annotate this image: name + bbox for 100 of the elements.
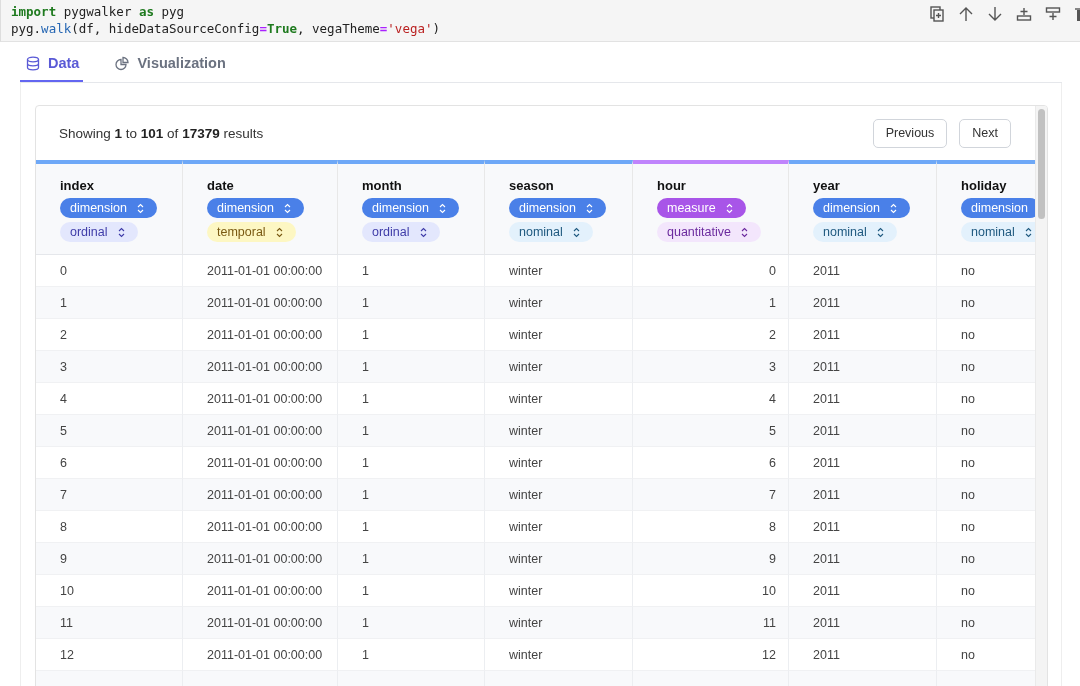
code-line: pyg.walk(df, hideDataSourceConfig=True, vegaTheme='vega') — [11, 20, 441, 37]
tab[interactable]: Visualization — [109, 46, 232, 82]
pie-chart-icon — [115, 55, 130, 71]
table-cell: 1 — [362, 615, 369, 630]
table-cell: 1 — [362, 647, 369, 662]
role-selector[interactable]: dimension — [961, 198, 1035, 218]
table-cell: 2011 — [813, 327, 840, 342]
table-cell: no — [961, 327, 975, 342]
table-cell: 2011 — [813, 615, 840, 630]
table-cell: 2011-01-01 00:00:00 — [207, 359, 323, 374]
type-selector[interactable]: ordinal — [362, 222, 440, 242]
table-cell: 2 — [769, 327, 776, 342]
chevron-icon — [116, 226, 126, 238]
table-cell: 2011 — [813, 487, 840, 502]
table-cell: 1 — [769, 295, 776, 310]
table-cell: winter — [509, 583, 543, 598]
next-button[interactable]: Next — [959, 118, 1011, 148]
role-selector[interactable]: dimension — [362, 198, 459, 218]
column-name: season — [509, 178, 554, 193]
table-cell: 2011 — [813, 263, 840, 278]
table-cell: 1 — [362, 487, 369, 502]
type-selector[interactable]: ordinal — [60, 222, 138, 242]
table-cell: no — [961, 359, 975, 374]
table-cell: 9 — [769, 551, 776, 566]
table-cell: winter — [509, 519, 543, 534]
table-cell: 2011 — [813, 391, 840, 406]
table-cell: 2011-01-01 00:00:00 — [207, 423, 323, 438]
table-cell: 2011-01-01 00:00:00 — [207, 583, 323, 598]
table-cell: 2011-01-01 00:00:00 — [207, 615, 323, 630]
table-cell: winter — [509, 647, 543, 662]
table-cell: 6 — [60, 455, 67, 470]
table-cell: 2011-01-01 00:00:00 — [207, 391, 323, 406]
role-selector[interactable]: dimension — [60, 198, 157, 218]
chevron-icon — [875, 226, 885, 238]
table-cell: 2011-01-01 00:00:00 — [207, 295, 323, 310]
chevron-icon — [889, 202, 898, 214]
table-cell: 1 — [362, 327, 369, 342]
table-cell: 1 — [362, 583, 369, 598]
table-cell: 8 — [60, 519, 67, 534]
table-cell: 4 — [769, 391, 776, 406]
role-selector[interactable]: dimension — [813, 198, 910, 218]
table-cell: 2011 — [813, 519, 840, 534]
table-cell: 2011 — [813, 295, 840, 310]
table-cell: 1 — [362, 359, 369, 374]
table-cell: 1 — [60, 295, 67, 310]
insert-below-icon[interactable] — [1045, 6, 1061, 22]
table-cell: 2011-01-01 00:00:00 — [207, 551, 323, 566]
type-selector[interactable]: nominal — [961, 222, 1035, 242]
table-cell: 9 — [60, 551, 67, 566]
role-selector[interactable]: dimension — [509, 198, 606, 218]
table-cell: 1 — [362, 519, 369, 534]
chevron-icon — [724, 202, 734, 214]
table-cell: 7 — [60, 487, 67, 502]
table-cell: 2011 — [813, 583, 840, 598]
arrow-up-icon[interactable] — [958, 6, 974, 22]
copy-icon[interactable] — [929, 6, 945, 22]
table-cell: 7 — [769, 487, 776, 502]
role-selector[interactable]: measure — [657, 198, 746, 218]
table-cell: no — [961, 583, 975, 598]
scrollbar-thumb[interactable] — [1038, 109, 1045, 219]
table-cell: 2011-01-01 00:00:00 — [207, 327, 323, 342]
table-cell: winter — [509, 263, 543, 278]
previous-button[interactable]: Previous — [872, 118, 948, 148]
table-cell: 11 — [60, 615, 73, 630]
column-name: hour — [657, 178, 686, 193]
table-cell: no — [961, 551, 975, 566]
chevron-icon — [585, 202, 594, 214]
tab[interactable]: Data — [20, 46, 84, 82]
table-cell: winter — [509, 487, 543, 502]
type-selector[interactable]: temporal — [207, 222, 296, 242]
type-selector[interactable]: nominal — [813, 222, 897, 242]
table-cell: 5 — [60, 423, 67, 438]
table-cell: 3 — [60, 359, 67, 374]
table-cell: 10 — [762, 583, 776, 598]
column-name: date — [207, 178, 234, 193]
table-cell: 1 — [362, 263, 369, 278]
role-selector[interactable]: dimension — [207, 198, 304, 218]
table-cell: 5 — [769, 423, 776, 438]
table-cell: 2011-01-01 00:00:00 — [207, 455, 323, 470]
table-cell: no — [961, 263, 975, 278]
table-cell: 2011-01-01 00:00:00 — [207, 487, 323, 502]
table-cell: no — [961, 295, 975, 310]
table-cell: winter — [509, 551, 543, 566]
table-cell: 11 — [763, 615, 776, 630]
table-cell: winter — [509, 295, 543, 310]
table-cell: no — [961, 391, 975, 406]
type-selector[interactable]: nominal — [509, 222, 593, 242]
table-cell: 2011-01-01 00:00:00 — [207, 519, 323, 534]
table-cell: 3 — [769, 359, 776, 374]
chevron-icon — [438, 202, 447, 214]
table-cell: winter — [509, 327, 543, 342]
type-selector[interactable]: quantitative — [657, 222, 761, 242]
column-name: holiday — [961, 178, 1007, 193]
table-cell: 2011-01-01 00:00:00 — [207, 263, 323, 278]
arrow-down-icon[interactable] — [987, 6, 1003, 22]
insert-above-icon[interactable] — [1016, 6, 1032, 22]
chevron-icon — [274, 226, 284, 238]
table-cell: 12 — [60, 647, 74, 662]
chevron-icon — [739, 226, 749, 238]
table-cell: 10 — [60, 583, 74, 598]
